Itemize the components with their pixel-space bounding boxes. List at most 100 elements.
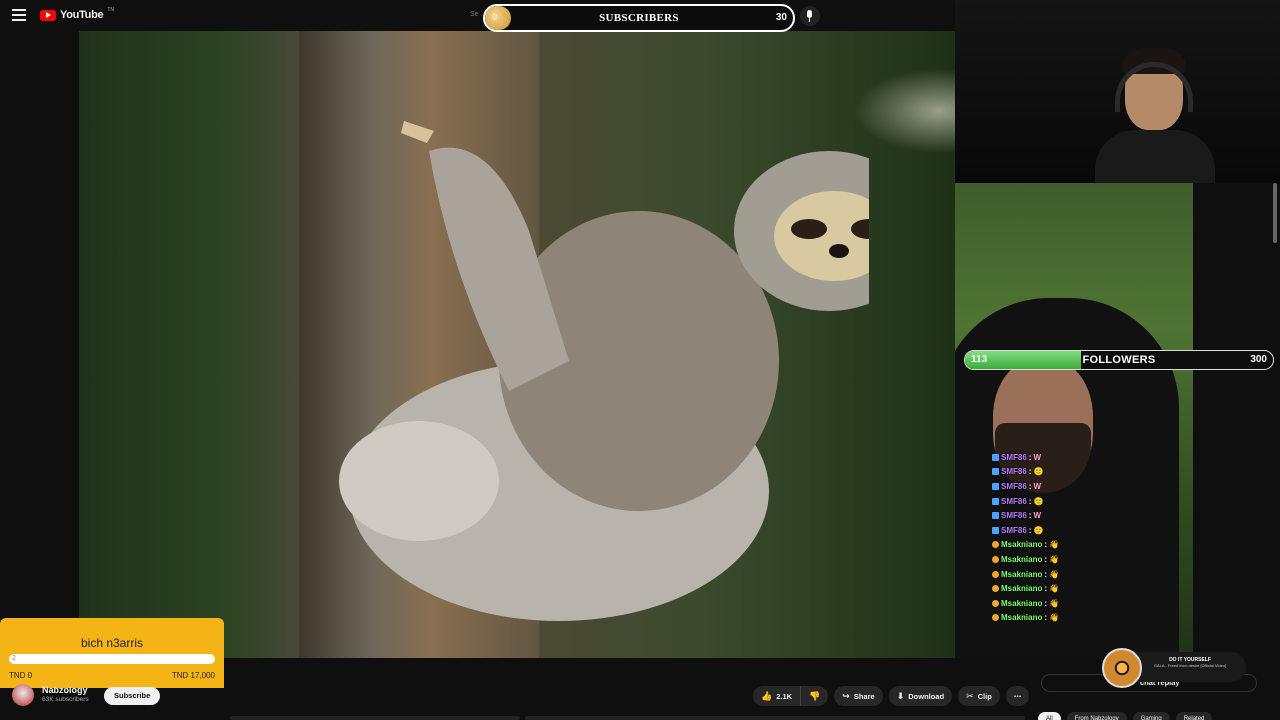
chat-username: SMF86	[1001, 452, 1027, 462]
description-placeholder	[230, 716, 520, 720]
donation-title: bich n3arris	[80, 636, 144, 650]
chat-username: Msakniano	[1001, 613, 1043, 623]
chat-emote: 🙂	[1033, 467, 1044, 477]
chat-emote: W	[1033, 452, 1042, 462]
video-actions: 👍 2.1K 👎 ↪ Share ⬇ Download ✂ Clip ⋯	[753, 686, 1030, 706]
chat-username: Msakniano	[1001, 569, 1043, 579]
chat-separator: :	[1044, 569, 1048, 579]
chat-emote: W	[1033, 481, 1042, 491]
clip-label: Clip	[977, 691, 992, 701]
chat-badge-icon	[992, 468, 999, 476]
filter-chip[interactable]: All	[1038, 712, 1061, 720]
chat-separator: :	[1028, 525, 1032, 535]
chat-username: SMF86	[1001, 511, 1027, 521]
menu-icon[interactable]	[12, 9, 26, 21]
like-button[interactable]: 👍 2.1K	[753, 686, 802, 706]
chat-separator: :	[1044, 540, 1048, 550]
share-label: Share	[853, 691, 875, 701]
chat-message: SMF86: 🙂	[992, 523, 1102, 538]
chat-badge-icon	[992, 453, 999, 461]
chat-username: Msakniano	[1001, 584, 1043, 594]
chat-badge-icon	[992, 570, 999, 578]
chat-separator: :	[1028, 496, 1032, 506]
chat-separator: :	[1028, 452, 1032, 462]
avatar[interactable]	[12, 684, 34, 706]
donation-bar-value: 2	[12, 655, 16, 662]
download-label: Download	[908, 691, 945, 701]
more-icon: ⋯	[1013, 691, 1022, 701]
chat-message: SMF86: 🙂	[992, 494, 1102, 509]
subscriber-goal-label: SUBSCRIBERS	[599, 12, 679, 24]
chat-username: SMF86	[1001, 496, 1027, 506]
chat-separator: :	[1044, 554, 1048, 564]
chat-message: SMF86: W	[992, 450, 1102, 465]
chat-message: Msakniano: 👋	[992, 552, 1102, 567]
dislike-button[interactable]: 👎	[801, 686, 829, 706]
chat-emote: 👋	[1049, 569, 1059, 579]
filter-chips: All From Nabzology Gaming Related	[1038, 712, 1213, 720]
chat-overlay: SMF86: W SMF86: 🙂 SMF86: W SMF86: 🙂 SMF86: W SMF86…	[992, 450, 1102, 625]
chat-badge-icon	[992, 512, 999, 520]
filter-chip[interactable]: From Nabzology	[1066, 712, 1127, 720]
share-icon: ↪	[842, 690, 850, 701]
channel-name[interactable]: Nabzology	[42, 686, 89, 696]
youtube-play-icon	[40, 9, 56, 21]
subscriber-goal-target: 30	[775, 12, 787, 23]
chat-separator: :	[1028, 511, 1032, 521]
clip-button[interactable]: ✂ Clip	[958, 686, 1000, 706]
logo-text: YouTube	[60, 9, 104, 21]
follower-goal-target: 300	[1250, 354, 1267, 365]
chat-emote: 👋	[1049, 554, 1059, 564]
scissors-icon: ✂	[966, 690, 974, 701]
chat-separator: :	[1044, 584, 1048, 594]
download-icon: ⬇	[896, 690, 905, 701]
subscribe-button[interactable]: Subscribe	[104, 687, 161, 705]
thumbs-up-icon: 👍	[761, 690, 773, 701]
chat-badge-icon	[992, 497, 999, 505]
youtube-logo[interactable]: YouTube TN	[40, 7, 114, 21]
channel-info[interactable]: Nabzology 63K subscribers	[12, 684, 89, 706]
chat-emote: 🙂	[1033, 496, 1044, 506]
chat-separator: :	[1028, 481, 1032, 491]
chat-separator: :	[1044, 598, 1048, 608]
more-actions-button[interactable]: ⋯	[1005, 686, 1030, 706]
chat-message: SMF86: 🙂	[992, 465, 1102, 480]
description-placeholder	[525, 716, 1025, 720]
chat-emote: W	[1033, 511, 1042, 521]
streamer-body	[1095, 130, 1215, 183]
subscriber-count: 63K subscribers	[42, 696, 89, 704]
search-input[interactable]: Se	[470, 11, 479, 18]
chat-emote: 👋	[1049, 584, 1059, 594]
share-button[interactable]: ↪ Share	[834, 686, 883, 706]
filter-chip[interactable]: Gaming	[1132, 712, 1170, 720]
microphone-icon[interactable]	[800, 6, 820, 26]
chat-message: Msakniano: 👋	[992, 567, 1102, 582]
donation-end: TND 17,000	[171, 671, 215, 680]
chat-emote: 👋	[1049, 613, 1059, 623]
scrollbar[interactable]	[1273, 183, 1277, 243]
filter-chip[interactable]: Related	[1175, 712, 1213, 720]
donation-goal-widget: bich n3arris 2 TND 0 TND 17,000	[0, 618, 224, 688]
like-dislike-group: 👍 2.1K 👎	[753, 686, 829, 706]
chat-username: Msakniano	[1001, 598, 1043, 608]
subscriber-goal-widget: 0 SUBSCRIBERS 30	[483, 4, 795, 32]
download-button[interactable]: ⬇ Download	[888, 686, 953, 706]
chat-message: Msakniano: 👋	[992, 596, 1102, 611]
video-player[interactable]	[79, 31, 955, 658]
donation-progress-bar	[9, 654, 215, 664]
chat-username: SMF86	[1001, 481, 1027, 491]
chat-message: Msakniano: 👋	[992, 538, 1102, 553]
chat-emote: 👋	[1049, 540, 1059, 550]
chat-badge-icon	[992, 541, 999, 549]
follower-goal-widget: 113 FOLLOWERS 300	[964, 350, 1274, 370]
chat-badge-icon	[992, 555, 999, 563]
chat-message: SMF86: W	[992, 508, 1102, 523]
chat-separator: :	[1028, 467, 1032, 477]
chat-username: SMF86	[1001, 525, 1027, 535]
chat-separator: :	[1044, 613, 1048, 623]
chat-badge-icon	[992, 482, 999, 490]
chat-message: Msakniano: 👋	[992, 581, 1102, 596]
chat-badge-icon	[992, 614, 999, 622]
sloth-image	[339, 121, 869, 621]
webcam-overlay	[955, 0, 1280, 183]
